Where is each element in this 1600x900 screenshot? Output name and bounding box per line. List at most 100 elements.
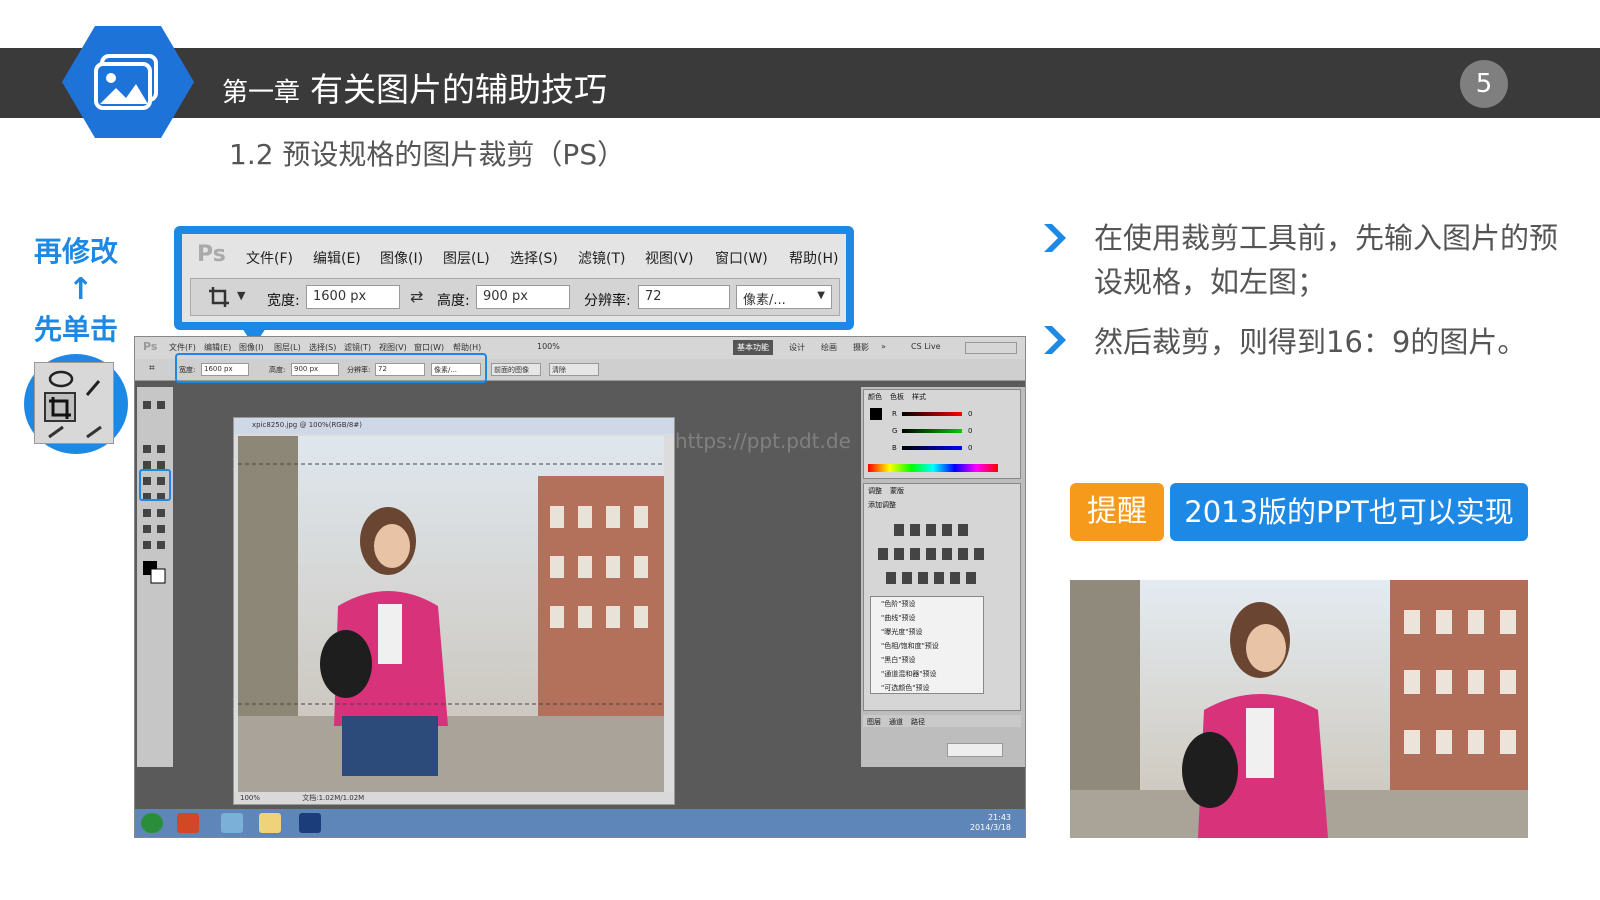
callout-modify-label: 再修改 [34,235,119,268]
window-controls[interactable] [965,342,1017,354]
callout-click-label: 先单击 [34,313,119,346]
picture-icon [94,54,158,110]
document-status-bar: 100% 文档:1.02M/1.02M [234,792,674,804]
preset-exposure[interactable]: "曝光度"预设 [881,627,922,637]
ps-menu-select[interactable]: 选择(S) [309,342,336,353]
b-label: B [892,444,897,452]
menu-edit[interactable]: 编辑(E) [313,248,361,268]
reminder-text: 2013版的PPT也可以实现 [1170,483,1528,541]
menu-layer[interactable]: 图层(L) [443,248,490,268]
callout-arrow: ↑ [68,272,94,307]
workspace-essentials[interactable]: 基本功能 [733,340,773,355]
mini-panel-controls[interactable] [947,743,1003,757]
explorer-task-icon[interactable] [259,813,281,833]
swatches-tab[interactable]: 色板 [890,392,904,402]
color-panel: 颜色 色板 样式 R G B 0 0 0 [863,389,1021,479]
bullet-text-1: 在使用裁剪工具前，先输入图片的预设规格，如左图； [1094,221,1559,299]
height-field[interactable]: 900 px [476,285,570,309]
chapter-title: 有关图片的辅助技巧 [310,70,608,109]
adjust-presets-list: "色阶"预设 "曲线"预设 "曝光度"预设 "色相/饱和度"预设 "黑白"预设 … [870,596,984,694]
layers-panel-tabs: 图层 通道 路径 [863,715,1021,727]
menu-select[interactable]: 选择(S) [510,248,558,268]
preset-black-white[interactable]: "黑白"预设 [881,655,915,665]
menu-view[interactable]: 视图(V) [645,248,694,268]
menu-file[interactable]: 文件(F) [246,248,293,268]
document-photo [238,436,664,792]
workspace-more[interactable]: » [877,340,890,355]
chapter-prefix: 第一章 [222,78,301,108]
preset-channel-mixer[interactable]: "通道混和器"预设 [881,669,936,679]
chevron-right-icon [1040,220,1070,256]
g-label: G [892,427,898,435]
page-number-badge: 5 [1460,60,1508,108]
ps-panels-dock: 颜色 色板 样式 R G B 0 0 0 调整 蒙版 添加调整 "色阶"预设 "… [861,387,1025,767]
channels-tab[interactable]: 通道 [889,717,903,727]
eyedropper-icon [85,380,101,396]
ps-menu-layer[interactable]: 图层(L) [274,342,301,353]
unit-select-value: 像素/... [743,293,786,308]
b-value[interactable]: 0 [968,444,972,452]
ps-menu-help[interactable]: 帮助(H) [453,342,481,353]
r-label: R [892,410,897,418]
ps-toolbox [137,387,173,767]
workspace-photography[interactable]: 摄影 [849,340,873,355]
result-photo [1070,580,1528,838]
photoshop-task-icon[interactable] [299,813,321,833]
dropdown-icon[interactable]: ▼ [237,289,245,302]
crop-tool-highlight[interactable] [139,469,171,501]
unit-select[interactable]: 像素/... ▼ [736,285,832,309]
section-subtitle: 1.2 预设规格的图片裁剪（PS） [229,138,626,171]
ps-menu-filter[interactable]: 滤镜(T) [344,342,371,353]
tool-zoom-panel [34,362,114,444]
ps-menu-view[interactable]: 视图(V) [379,342,407,353]
doc-info: 文档:1.02M/1.02M [302,794,365,802]
ps-logo: Ps [197,242,226,267]
system-clock[interactable]: 21:43 2014/3/18 [970,813,1011,833]
width-field[interactable]: 1600 px [306,285,400,309]
layers-tab[interactable]: 图层 [867,717,881,727]
adjustments-panel: 调整 蒙版 添加调整 "色阶"预设 "曲线"预设 "曝光度"预设 "色相/饱和度… [863,483,1021,711]
doc-zoom: 100% [240,794,261,802]
crop-icon[interactable] [208,286,230,313]
ps-menu-file[interactable]: 文件(F) [169,342,196,353]
ps-zoom-level[interactable]: 100% [537,342,560,351]
cs-live-button[interactable]: CS Live [907,340,945,355]
preset-hue-saturation[interactable]: "色相/饱和度"预设 [881,641,939,651]
menu-help[interactable]: 帮助(H) [789,248,838,268]
swap-icon[interactable]: ⇄ [410,287,423,306]
clock-time: 21:43 [987,813,1011,822]
preset-curves[interactable]: "曲线"预设 [881,613,915,623]
workspace-design[interactable]: 设计 [785,340,809,355]
menu-window[interactable]: 窗口(W) [715,248,768,268]
front-image-button[interactable]: 前面的图像 [491,363,541,376]
lasso-icon [48,370,74,388]
workspace-painting[interactable]: 绘画 [817,340,841,355]
start-button-icon[interactable] [141,813,163,833]
preset-levels[interactable]: "色阶"预设 [881,599,915,609]
bullet-text-2: 然后裁剪，则得到16：9的图片。 [1094,325,1527,359]
photoshop-window: Ps 文件(F) 编辑(E) 图像(I) 图层(L) 选择(S) 滤镜(T) 视… [134,336,1026,838]
app-task-icon[interactable] [221,813,243,833]
resolution-field[interactable]: 72 [638,285,730,309]
adjust-tab[interactable]: 调整 [868,486,882,496]
paths-tab[interactable]: 路径 [911,717,925,727]
mask-tab[interactable]: 蒙版 [890,486,904,496]
ps-menu-image[interactable]: 图像(I) [239,342,264,353]
ps-menu-edit[interactable]: 编辑(E) [204,342,231,353]
clear-button[interactable]: 清除 [549,363,599,376]
watermark: https://ppt.pdt.de [675,429,851,453]
menu-filter[interactable]: 滤镜(T) [578,248,625,268]
document-window: xpic8250.jpg @ 100%(RGB/8#) 100% 文档:1.02… [233,417,675,805]
powerpoint-task-icon[interactable] [177,813,199,833]
r-value[interactable]: 0 [968,410,972,418]
styles-tab[interactable]: 样式 [912,392,926,402]
ps-mini-logo: Ps [143,340,158,353]
crop-icon[interactable]: ⌗ [149,363,155,374]
menu-image[interactable]: 图像(I) [380,248,423,268]
g-value[interactable]: 0 [968,427,972,435]
color-tab[interactable]: 颜色 [868,392,882,402]
resolution-label: 分辨率: [584,293,631,309]
preset-selective-color[interactable]: "可选颜色"预设 [881,683,929,693]
ps-menu-window[interactable]: 窗口(W) [414,342,444,353]
document-title: xpic8250.jpg @ 100%(RGB/8#) [234,418,674,434]
